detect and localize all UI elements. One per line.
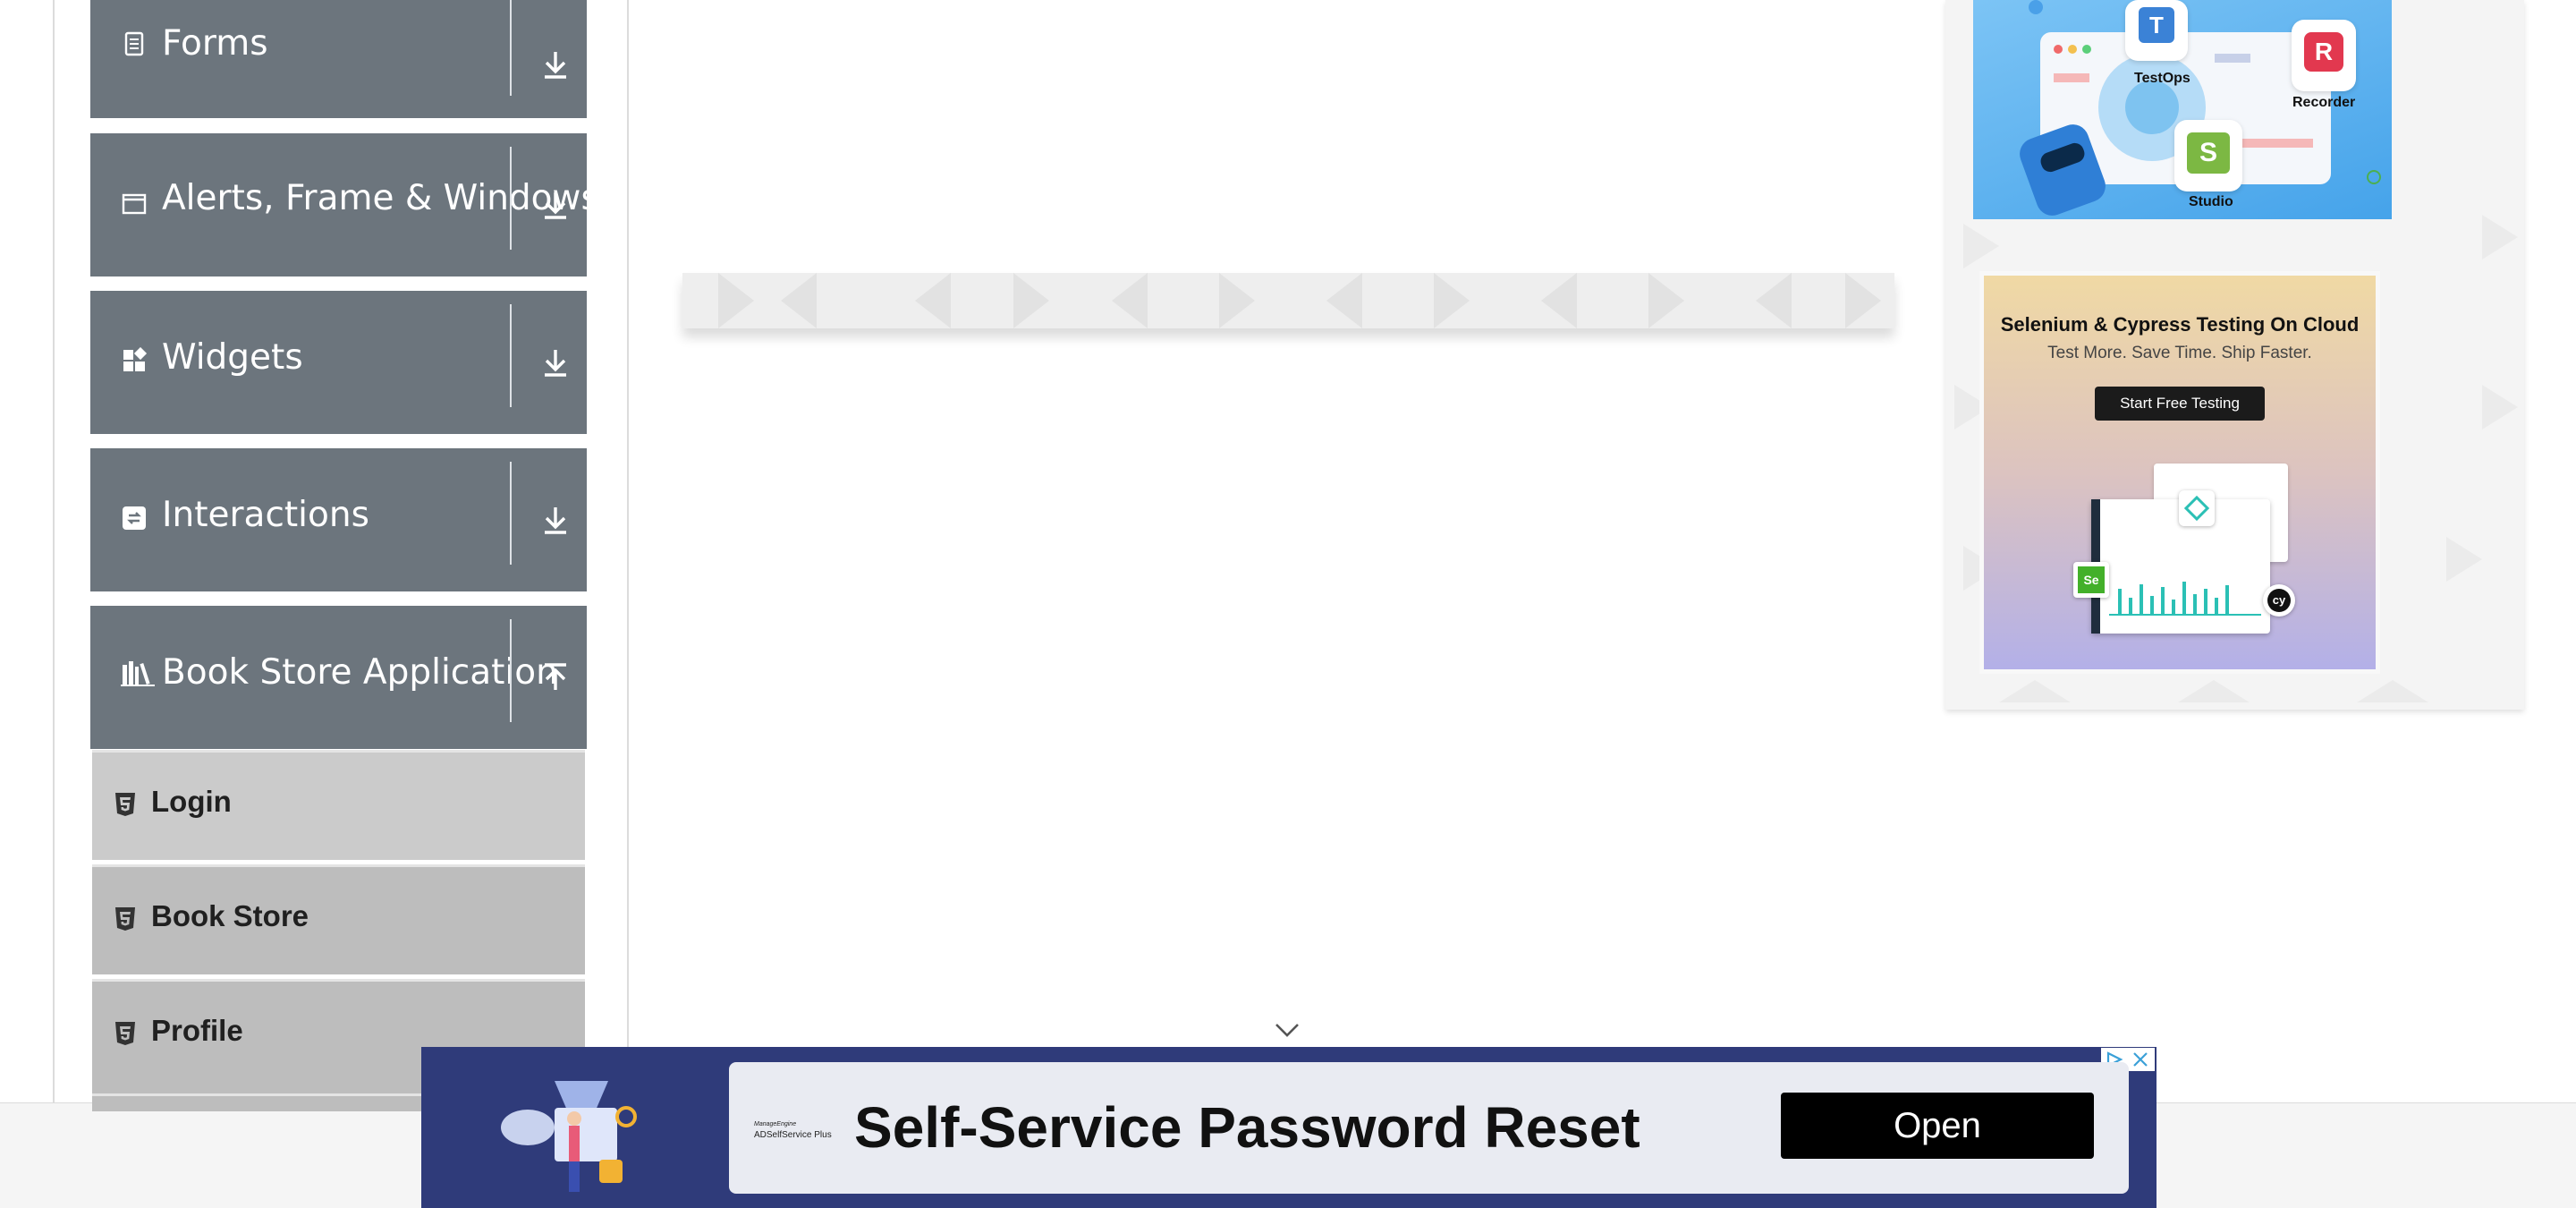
- expand-arrow-icon[interactable]: [538, 345, 573, 380]
- sidebar-group-interactions[interactable]: Interactions: [90, 448, 587, 591]
- testops-label: TestOps: [2134, 71, 2190, 86]
- sidebar-group-label: Book Store Application: [162, 652, 558, 693]
- password-reset-illustration-icon: [501, 1081, 637, 1192]
- group-separator: [510, 619, 512, 722]
- interactions-icon: [123, 506, 146, 530]
- sidebar-group-label: Widgets: [162, 337, 303, 378]
- expand-arrow-icon[interactable]: [538, 47, 573, 82]
- ad-content-card[interactable]: ManageEngine ADSelfService Plus Self-Ser…: [729, 1062, 2129, 1194]
- collapse-arrow-icon[interactable]: [538, 659, 573, 695]
- ad-brand-logo: ManageEngine ADSelfService Plus: [754, 1119, 832, 1141]
- group-separator: [510, 304, 512, 407]
- triangle-pattern: [718, 273, 1881, 328]
- books-icon: [121, 661, 155, 686]
- sidebar-item-label: Login: [151, 785, 232, 818]
- sidebar-right-border: [627, 0, 629, 1102]
- start-free-testing-button[interactable]: Start Free Testing: [2095, 387, 2265, 421]
- studio-card: S: [2174, 120, 2242, 191]
- sidebar-group-widgets[interactable]: Widgets: [90, 291, 587, 434]
- ad-brand-line: ADSelfService Plus: [754, 1130, 832, 1140]
- html5-icon: [115, 793, 135, 816]
- expand-arrow-icon[interactable]: [538, 187, 573, 223]
- sidebar-group-forms[interactable]: Forms: [90, 0, 587, 118]
- sidebar-item-login[interactable]: Login: [92, 750, 585, 860]
- banner-ad-placeholder: [682, 273, 1894, 328]
- sidebar-group-alerts[interactable]: Alerts, Frame & Windows: [90, 133, 599, 276]
- ad-headline: Self-Service Password Reset: [854, 1095, 1640, 1160]
- form-icon: [124, 31, 144, 56]
- testops-card: T: [2125, 0, 2188, 61]
- left-frame-border: [53, 0, 55, 1102]
- sidebar-item-label: Book Store: [151, 899, 309, 932]
- sidebar-group-label: Alerts, Frame & Windows: [162, 178, 599, 218]
- html5-icon: [115, 907, 135, 931]
- widgets-icon: [123, 347, 148, 371]
- group-separator: [510, 462, 512, 565]
- dashboard-illustration: Se cy: [2073, 464, 2295, 642]
- group-separator: [510, 147, 512, 250]
- chevron-down-icon[interactable]: [1274, 1020, 1301, 1040]
- sidebar-item-book-store[interactable]: Book Store: [92, 864, 585, 974]
- sidebar-group-label: Forms: [162, 23, 268, 64]
- window-icon: [122, 193, 147, 215]
- lambdatest-ad[interactable]: Selenium & Cypress Testing On Cloud Test…: [1979, 271, 2380, 674]
- sidebar-group-book-store[interactable]: Book Store Application: [90, 606, 587, 749]
- expand-arrow-icon[interactable]: [538, 502, 573, 538]
- sidebar-item-label: Profile: [151, 1014, 243, 1047]
- html5-icon: [115, 1022, 135, 1045]
- close-icon[interactable]: [2131, 1051, 2149, 1068]
- sidebar-group-label: Interactions: [162, 495, 369, 535]
- group-separator: [510, 0, 512, 96]
- recorder-card: R: [2292, 20, 2356, 91]
- ad-title: Selenium & Cypress Testing On Cloud: [2000, 313, 2360, 336]
- recorder-label: Recorder: [2292, 95, 2356, 110]
- katalon-ad[interactable]: T TestOps R Recorder S Studio: [1973, 0, 2392, 219]
- ad-open-button[interactable]: Open: [1781, 1093, 2094, 1159]
- studio-label: Studio: [2189, 194, 2233, 209]
- ad-subtitle: Test More. Save Time. Ship Faster.: [2047, 344, 2312, 362]
- ad-brand-line: ManageEngine: [754, 1121, 797, 1127]
